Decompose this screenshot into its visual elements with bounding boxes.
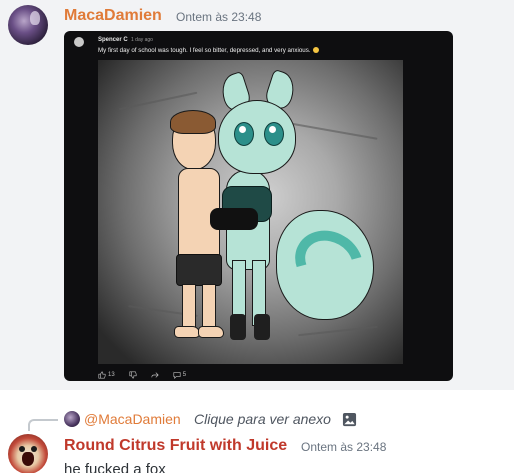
emoji-icon bbox=[312, 47, 319, 54]
reply-avatar[interactable] bbox=[64, 411, 80, 427]
avatar-eye bbox=[31, 446, 37, 452]
thumbs-up-icon bbox=[98, 371, 106, 379]
comment-count: 5 bbox=[182, 372, 187, 378]
share-action bbox=[151, 371, 159, 379]
post-image bbox=[98, 60, 403, 364]
boy-foot bbox=[174, 326, 200, 338]
message-text: he fucked a fox bbox=[64, 461, 166, 473]
boy-shorts bbox=[176, 254, 222, 286]
avatar-eye bbox=[19, 446, 25, 452]
thumbs-down-icon bbox=[129, 371, 137, 379]
image-attachment[interactable]: Spencer C 1 day ago My first day of scho… bbox=[64, 31, 453, 381]
boy-hair bbox=[170, 110, 216, 134]
fox-eye-highlight bbox=[269, 126, 276, 133]
dislike-action bbox=[129, 371, 137, 379]
like-count: 13 bbox=[108, 372, 115, 378]
avatar[interactable] bbox=[8, 434, 48, 473]
fox-boot bbox=[254, 314, 270, 340]
fox-eye-highlight bbox=[239, 126, 246, 133]
post-time: 1 day ago bbox=[131, 37, 153, 43]
share-icon bbox=[151, 372, 159, 378]
comment-icon bbox=[173, 372, 181, 379]
fox-head bbox=[218, 100, 296, 174]
message-timestamp[interactable]: Ontem às 23:48 bbox=[176, 10, 261, 24]
fox-arm bbox=[210, 208, 258, 230]
comment-action: 5 bbox=[173, 371, 186, 379]
image-icon[interactable] bbox=[342, 412, 357, 427]
post-text: My first day of school was tough. I feel… bbox=[98, 47, 319, 54]
boy-leg bbox=[182, 284, 196, 330]
boy-leg bbox=[202, 284, 216, 330]
username[interactable]: MacaDamien bbox=[64, 7, 162, 25]
reply-connector bbox=[28, 419, 58, 431]
username[interactable]: Round Citrus Fruit with Juice bbox=[64, 437, 287, 455]
post-author: Spencer C bbox=[98, 37, 128, 43]
boy-foot bbox=[198, 326, 224, 338]
fox-boot bbox=[230, 314, 246, 340]
reply-attachment-hint[interactable]: Clique para ver anexo bbox=[194, 411, 331, 427]
message-timestamp[interactable]: Ontem às 23:48 bbox=[301, 440, 386, 454]
reply-mention[interactable]: @MacaDamien bbox=[84, 411, 181, 427]
avatar[interactable] bbox=[8, 5, 48, 45]
like-action: 13 bbox=[98, 371, 115, 379]
post-actions: 13 5 bbox=[98, 370, 186, 380]
message-1: MacaDamien Ontem às 23:48 Spencer C 1 da… bbox=[0, 0, 514, 390]
post-text-content: My first day of school was tough. I feel… bbox=[98, 47, 311, 54]
post-author-avatar bbox=[74, 37, 84, 47]
avatar-mouth bbox=[22, 452, 34, 466]
